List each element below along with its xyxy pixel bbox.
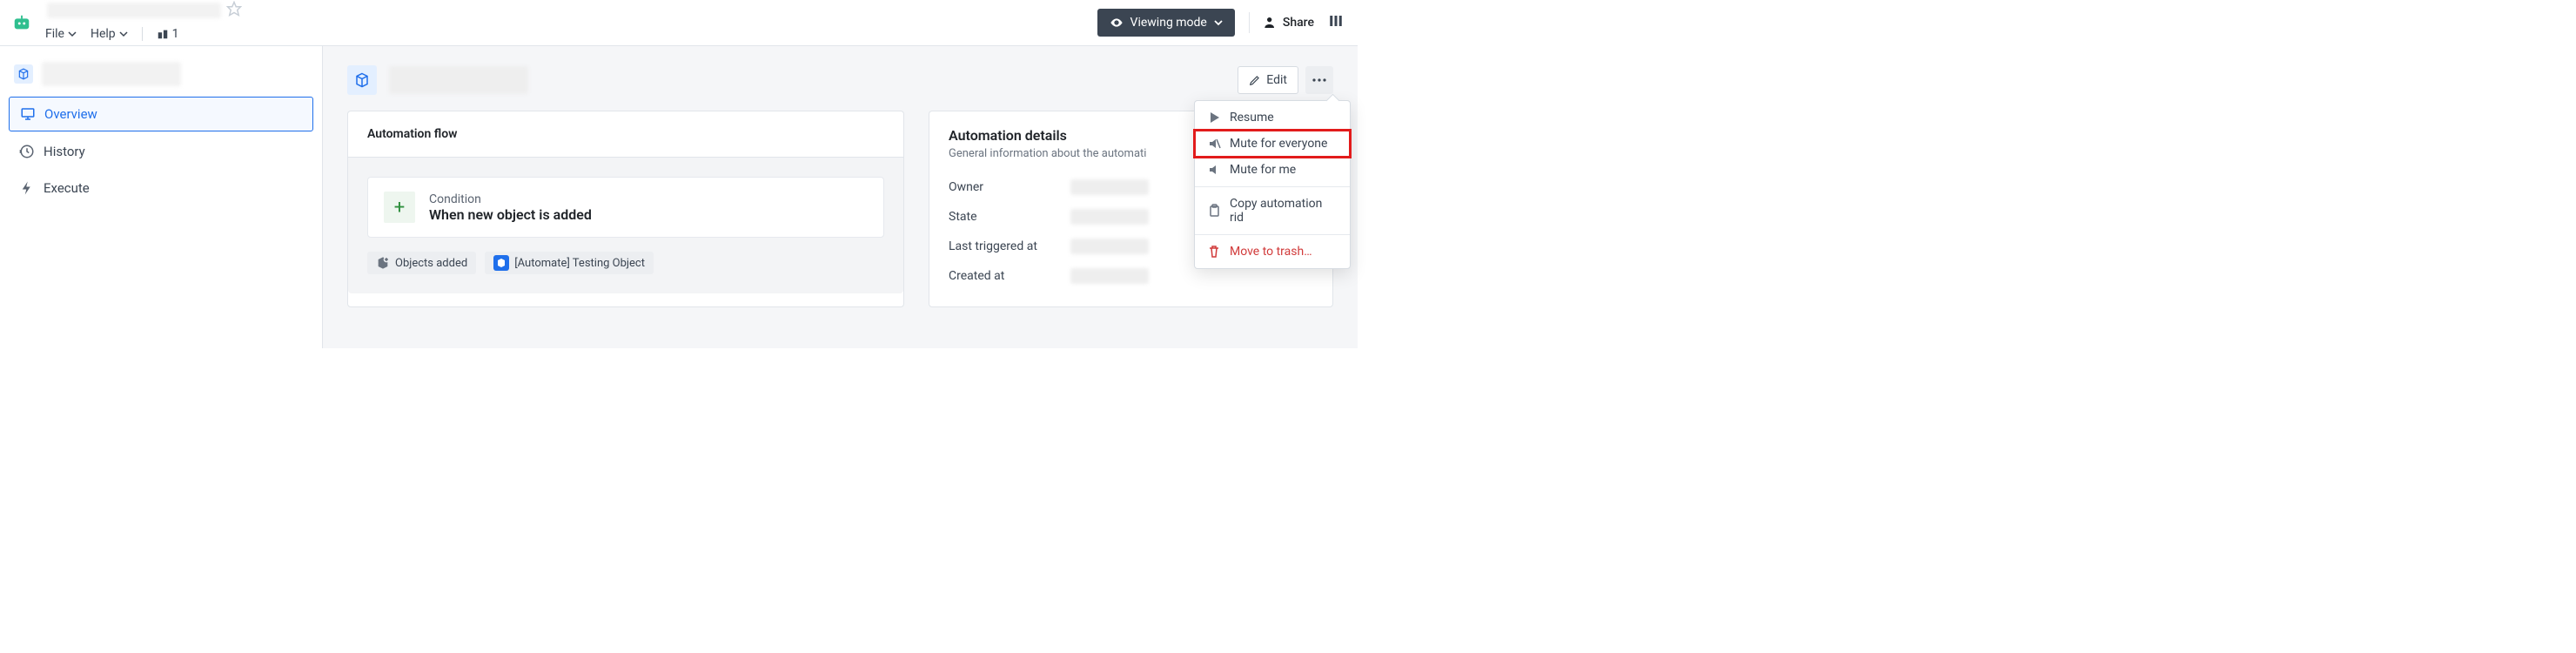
menu-separator bbox=[142, 27, 143, 41]
pencil-icon bbox=[1249, 74, 1261, 86]
sidebar: Overview History Execute bbox=[0, 46, 323, 348]
eye-icon bbox=[1110, 16, 1124, 30]
detail-state-label: State bbox=[949, 210, 1070, 224]
main: Edit Automation flow + Condition When ne… bbox=[323, 46, 1358, 348]
mute-me-icon bbox=[1207, 163, 1221, 177]
breadcrumb-col: File Help 1 bbox=[40, 1, 242, 44]
flow-card: Automation flow + Condition When new obj… bbox=[347, 111, 904, 307]
chip-icon-wrap bbox=[493, 255, 509, 271]
detail-created-label: Created at bbox=[949, 269, 1070, 283]
body: Overview History Execute Edit bbox=[0, 46, 1358, 348]
buildings-icon bbox=[157, 28, 169, 40]
menu-copy-rid-label: Copy automation rid bbox=[1230, 197, 1338, 225]
menu-mute-me-label: Mute for me bbox=[1230, 163, 1296, 177]
edit-button[interactable]: Edit bbox=[1238, 66, 1298, 94]
menu-help[interactable]: Help bbox=[85, 25, 133, 43]
menu-file[interactable]: File bbox=[40, 25, 82, 43]
main-header-actions: Edit bbox=[1238, 66, 1333, 94]
menu-count: 1 bbox=[172, 27, 179, 41]
menu-file-label: File bbox=[45, 27, 64, 41]
chevron-down-icon bbox=[119, 30, 128, 38]
share-label: Share bbox=[1283, 16, 1314, 30]
viewing-mode-button[interactable]: Viewing mode bbox=[1097, 9, 1235, 37]
menu-grid[interactable]: 1 bbox=[151, 25, 184, 43]
breadcrumb-blur bbox=[47, 3, 221, 18]
detail-last-triggered-label: Last triggered at bbox=[949, 239, 1070, 253]
cube-icon bbox=[14, 64, 33, 84]
sidebar-item-execute[interactable]: Execute bbox=[9, 172, 313, 205]
condition-label: Condition bbox=[429, 192, 592, 206]
cube-icon bbox=[496, 258, 506, 268]
menu-copy-rid[interactable]: Copy automation rid bbox=[1195, 191, 1350, 231]
chevron-down-icon bbox=[68, 30, 77, 38]
sidebar-item-history[interactable]: History bbox=[9, 135, 313, 168]
dots-icon bbox=[1312, 78, 1326, 82]
menu-mute-me[interactable]: Mute for me bbox=[1195, 157, 1350, 183]
trash-icon bbox=[1207, 245, 1221, 259]
topbar-left: File Help 1 bbox=[12, 0, 242, 45]
sidebar-execute-label: Execute bbox=[44, 180, 90, 196]
mute-everyone-icon bbox=[1207, 137, 1221, 151]
chips: Objects added [Automate] Testing Object bbox=[367, 252, 884, 274]
chevron-down-icon bbox=[1214, 18, 1223, 27]
flow-card-body: + Condition When new object is added Obj… bbox=[348, 158, 903, 293]
main-header: Edit bbox=[347, 65, 1333, 95]
chip-testing-object[interactable]: [Automate] Testing Object bbox=[485, 252, 654, 274]
monitor-icon bbox=[20, 106, 36, 122]
flow-card-title: Automation flow bbox=[348, 111, 903, 158]
chip-objects-added[interactable]: Objects added bbox=[367, 252, 476, 274]
sidebar-title-blur bbox=[42, 62, 181, 86]
sidebar-item-overview[interactable]: Overview bbox=[9, 97, 313, 131]
detail-owner-value bbox=[1070, 179, 1149, 195]
more-button[interactable] bbox=[1305, 66, 1333, 94]
chip-testing-label: [Automate] Testing Object bbox=[514, 257, 645, 270]
menu-move-trash-label: Move to trash… bbox=[1230, 245, 1312, 259]
detail-state-value bbox=[1070, 209, 1149, 225]
lightning-icon bbox=[19, 180, 35, 196]
columns: Automation flow + Condition When new obj… bbox=[347, 111, 1333, 307]
menu-move-trash[interactable]: Move to trash… bbox=[1195, 239, 1350, 265]
viewing-mode-label: Viewing mode bbox=[1130, 16, 1207, 30]
main-title-blur bbox=[389, 66, 528, 94]
person-icon bbox=[1264, 16, 1278, 30]
chip-objects-label: Objects added bbox=[395, 257, 467, 270]
star-icon[interactable] bbox=[226, 1, 242, 20]
topbar-right: Viewing mode Share bbox=[1097, 0, 1344, 45]
sidebar-history-label: History bbox=[44, 144, 85, 159]
menu-resume[interactable]: Resume bbox=[1195, 104, 1350, 131]
menu-resume-label: Resume bbox=[1230, 111, 1274, 125]
dropdown-separator bbox=[1195, 186, 1350, 187]
dropdown-separator bbox=[1195, 234, 1350, 235]
detail-created-value bbox=[1070, 268, 1149, 284]
menubar: File Help 1 bbox=[40, 24, 242, 44]
topbar: File Help 1 Viewing mode Share bbox=[0, 0, 1358, 46]
share-button[interactable]: Share bbox=[1264, 16, 1314, 30]
more-dropdown: Resume Mute for everyone Mute for me Cop… bbox=[1194, 100, 1351, 269]
condition-box[interactable]: + Condition When new object is added bbox=[367, 177, 884, 238]
app-logo-icon bbox=[12, 13, 31, 32]
clipboard-icon bbox=[1207, 204, 1221, 218]
detail-owner-label: Owner bbox=[949, 180, 1070, 194]
play-icon bbox=[1207, 111, 1221, 125]
panel-toggle-icon[interactable] bbox=[1328, 13, 1344, 32]
plus-icon: + bbox=[384, 192, 415, 223]
sidebar-overview-label: Overview bbox=[44, 106, 97, 122]
condition-text-wrap: Condition When new object is added bbox=[429, 192, 592, 223]
detail-last-triggered-value bbox=[1070, 239, 1149, 254]
condition-text: When new object is added bbox=[429, 206, 592, 223]
menu-mute-everyone[interactable]: Mute for everyone bbox=[1195, 131, 1350, 157]
cube-plus-icon bbox=[376, 256, 390, 270]
history-icon bbox=[19, 144, 35, 159]
sidebar-header bbox=[0, 55, 322, 93]
divider bbox=[1249, 12, 1250, 33]
edit-label: Edit bbox=[1266, 73, 1287, 87]
menu-mute-everyone-label: Mute for everyone bbox=[1230, 137, 1327, 151]
cube-icon bbox=[347, 65, 377, 95]
menu-help-label: Help bbox=[91, 27, 116, 41]
